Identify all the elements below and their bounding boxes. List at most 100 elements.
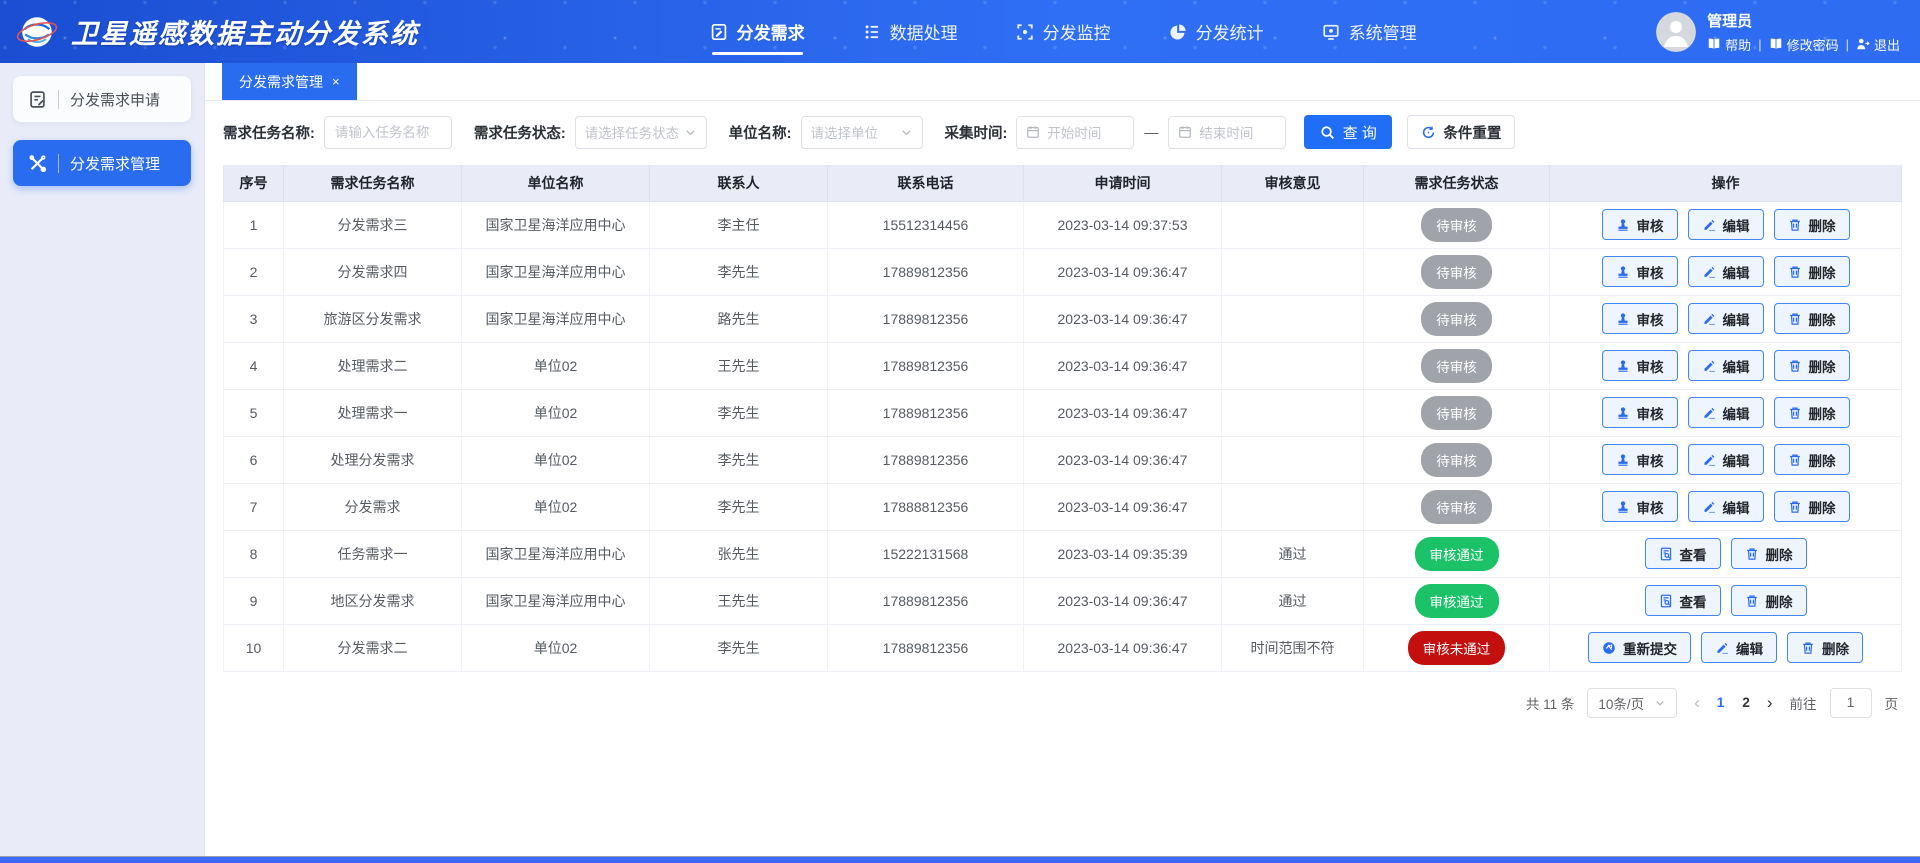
view-button[interactable]: 查看 (1644, 585, 1721, 616)
pie-icon (1169, 23, 1187, 41)
delete-label: 删除 (1822, 641, 1849, 657)
status-cell: 待审核 (1363, 483, 1550, 531)
opinion-cell (1221, 436, 1364, 484)
logout-link[interactable]: 退出 (1856, 35, 1900, 54)
time-cell: 2023-03-14 09:36:47 (1023, 624, 1222, 672)
edit-button[interactable]: 编辑 (1687, 491, 1764, 522)
nav-item-label: 分发需求 (736, 24, 805, 43)
resubmit-button[interactable]: 重新提交 (1588, 632, 1691, 663)
nav-item-distribution-demand[interactable]: 分发需求 (710, 19, 805, 55)
divider (58, 153, 59, 173)
chevron-down-icon (900, 126, 913, 139)
edit-button[interactable]: 编辑 (1687, 444, 1764, 475)
task-name-input[interactable] (323, 115, 452, 149)
avatar[interactable] (1656, 11, 1697, 52)
edit-button[interactable]: 编辑 (1687, 256, 1764, 287)
review-button[interactable]: 审核 (1601, 444, 1678, 475)
sidebar-item-demand-apply[interactable]: 分发需求申请 (13, 76, 191, 122)
reset-button[interactable]: 条件重置 (1407, 115, 1516, 149)
delete-button[interactable]: 删除 (1773, 209, 1850, 240)
next-page-button[interactable]: › (1763, 693, 1777, 713)
edit-button[interactable]: 编辑 (1687, 209, 1764, 240)
edit-label: 编辑 (1722, 453, 1750, 469)
contact-cell: 李先生 (649, 483, 828, 531)
tab-demand-manage[interactable]: 分发需求管理 × (222, 63, 357, 100)
delete-button[interactable]: 删除 (1787, 632, 1863, 663)
edit-button[interactable]: 编辑 (1687, 397, 1764, 428)
phone-cell: 15222131568 (827, 530, 1024, 578)
review-button[interactable]: 审核 (1601, 303, 1678, 334)
review-label: 审核 (1636, 453, 1664, 469)
sidebar-item-demand-manage[interactable]: 分发需求管理 (13, 140, 191, 186)
task-cell: 分发需求二 (283, 624, 462, 672)
goto-page-input[interactable] (1829, 687, 1872, 718)
org-cell: 国家卫星海洋应用中心 (461, 201, 650, 249)
nav-item-system-management[interactable]: 系统管理 (1322, 19, 1417, 44)
sidebar-item-label: 分发需求申请 (70, 91, 161, 109)
delete-button[interactable]: 删除 (1730, 538, 1807, 569)
delete-button[interactable]: 删除 (1773, 491, 1850, 522)
nav-item-distribution-stats[interactable]: 分发统计 (1169, 19, 1264, 44)
help-link[interactable]: 帮助 (1707, 35, 1751, 54)
status-cell: 审核未通过 (1363, 624, 1550, 672)
column-header: 联系电话 (827, 165, 1024, 202)
delete-button[interactable]: 删除 (1773, 350, 1850, 381)
delete-button[interactable]: 删除 (1773, 444, 1850, 475)
delete-label: 删除 (1808, 359, 1836, 375)
delete-label: 删除 (1765, 594, 1793, 610)
chevron-down-icon (684, 126, 697, 139)
delete-button[interactable]: 删除 (1773, 256, 1850, 287)
review-label: 审核 (1636, 406, 1664, 422)
phone-cell: 17889812356 (827, 436, 1024, 484)
page-size-select[interactable]: 10条/页 (1587, 687, 1678, 718)
actions-cell: 审核 编辑 删除 (1549, 201, 1902, 249)
edit-icon (1702, 359, 1716, 373)
delete-button[interactable]: 删除 (1730, 585, 1807, 616)
delete-button[interactable]: 删除 (1773, 303, 1850, 334)
task-status-select[interactable]: 请选择任务状态 (574, 115, 707, 149)
review-button[interactable]: 审核 (1601, 256, 1678, 287)
time-cell: 2023-03-14 09:36:47 (1023, 295, 1222, 343)
actions-cell: 审核 编辑 删除 (1549, 248, 1902, 296)
review-button[interactable]: 审核 (1601, 350, 1678, 381)
doc-edit-icon (710, 23, 728, 41)
org-select[interactable]: 请选择单位 (800, 115, 923, 149)
prev-page-button[interactable]: ‹ (1690, 693, 1704, 713)
column-header: 联系人 (649, 165, 828, 202)
stamp-icon (1616, 312, 1630, 326)
phone-cell: 17889812356 (827, 248, 1024, 296)
table-row: 2 分发需求四 国家卫星海洋应用中心 李先生 17889812356 2023-03-14… (223, 248, 1902, 296)
time-cell: 2023-03-14 09:36:47 (1023, 436, 1222, 484)
brand: 卫星遥感数据主动分发系统 (0, 11, 470, 53)
logout-icon (1856, 37, 1870, 51)
no-cell: 4 (223, 342, 284, 390)
no-cell: 8 (223, 530, 284, 578)
contact-cell: 李先生 (649, 248, 828, 296)
nav-item-distribution-monitor[interactable]: 分发监控 (1016, 19, 1111, 44)
phone-cell: 17889812356 (827, 295, 1024, 343)
end-date-input[interactable]: 结束时间 (1168, 115, 1287, 149)
edit-button[interactable]: 编辑 (1687, 350, 1764, 381)
review-button[interactable]: 审核 (1601, 491, 1678, 522)
edit-icon (1702, 453, 1716, 467)
table-row: 5 处理需求一 单位02 李先生 17889812356 2023-03-14 09:36… (223, 389, 1902, 437)
review-button[interactable]: 审核 (1601, 209, 1678, 240)
edit-button[interactable]: 编辑 (1687, 303, 1764, 334)
search-button[interactable]: 查 询 (1304, 115, 1393, 149)
delete-label: 删除 (1765, 547, 1793, 563)
review-button[interactable]: 审核 (1601, 397, 1678, 428)
column-header: 申请时间 (1023, 165, 1222, 202)
page-1[interactable]: 1 (1717, 695, 1725, 710)
start-date-input[interactable]: 开始时间 (1016, 115, 1135, 149)
edit-button[interactable]: 编辑 (1701, 632, 1777, 663)
close-icon[interactable]: × (332, 75, 340, 88)
delete-icon (1788, 453, 1802, 467)
view-button[interactable]: 查看 (1644, 538, 1721, 569)
nav-item-data-processing[interactable]: 数据处理 (863, 19, 958, 44)
delete-button[interactable]: 删除 (1773, 397, 1850, 428)
status-badge: 待审核 (1421, 442, 1492, 477)
time-cell: 2023-03-14 09:35:39 (1023, 530, 1222, 578)
change-password-link[interactable]: 修改密码 (1769, 35, 1839, 54)
column-header: 需求任务名称 (283, 165, 462, 202)
page-2[interactable]: 2 (1742, 695, 1750, 710)
